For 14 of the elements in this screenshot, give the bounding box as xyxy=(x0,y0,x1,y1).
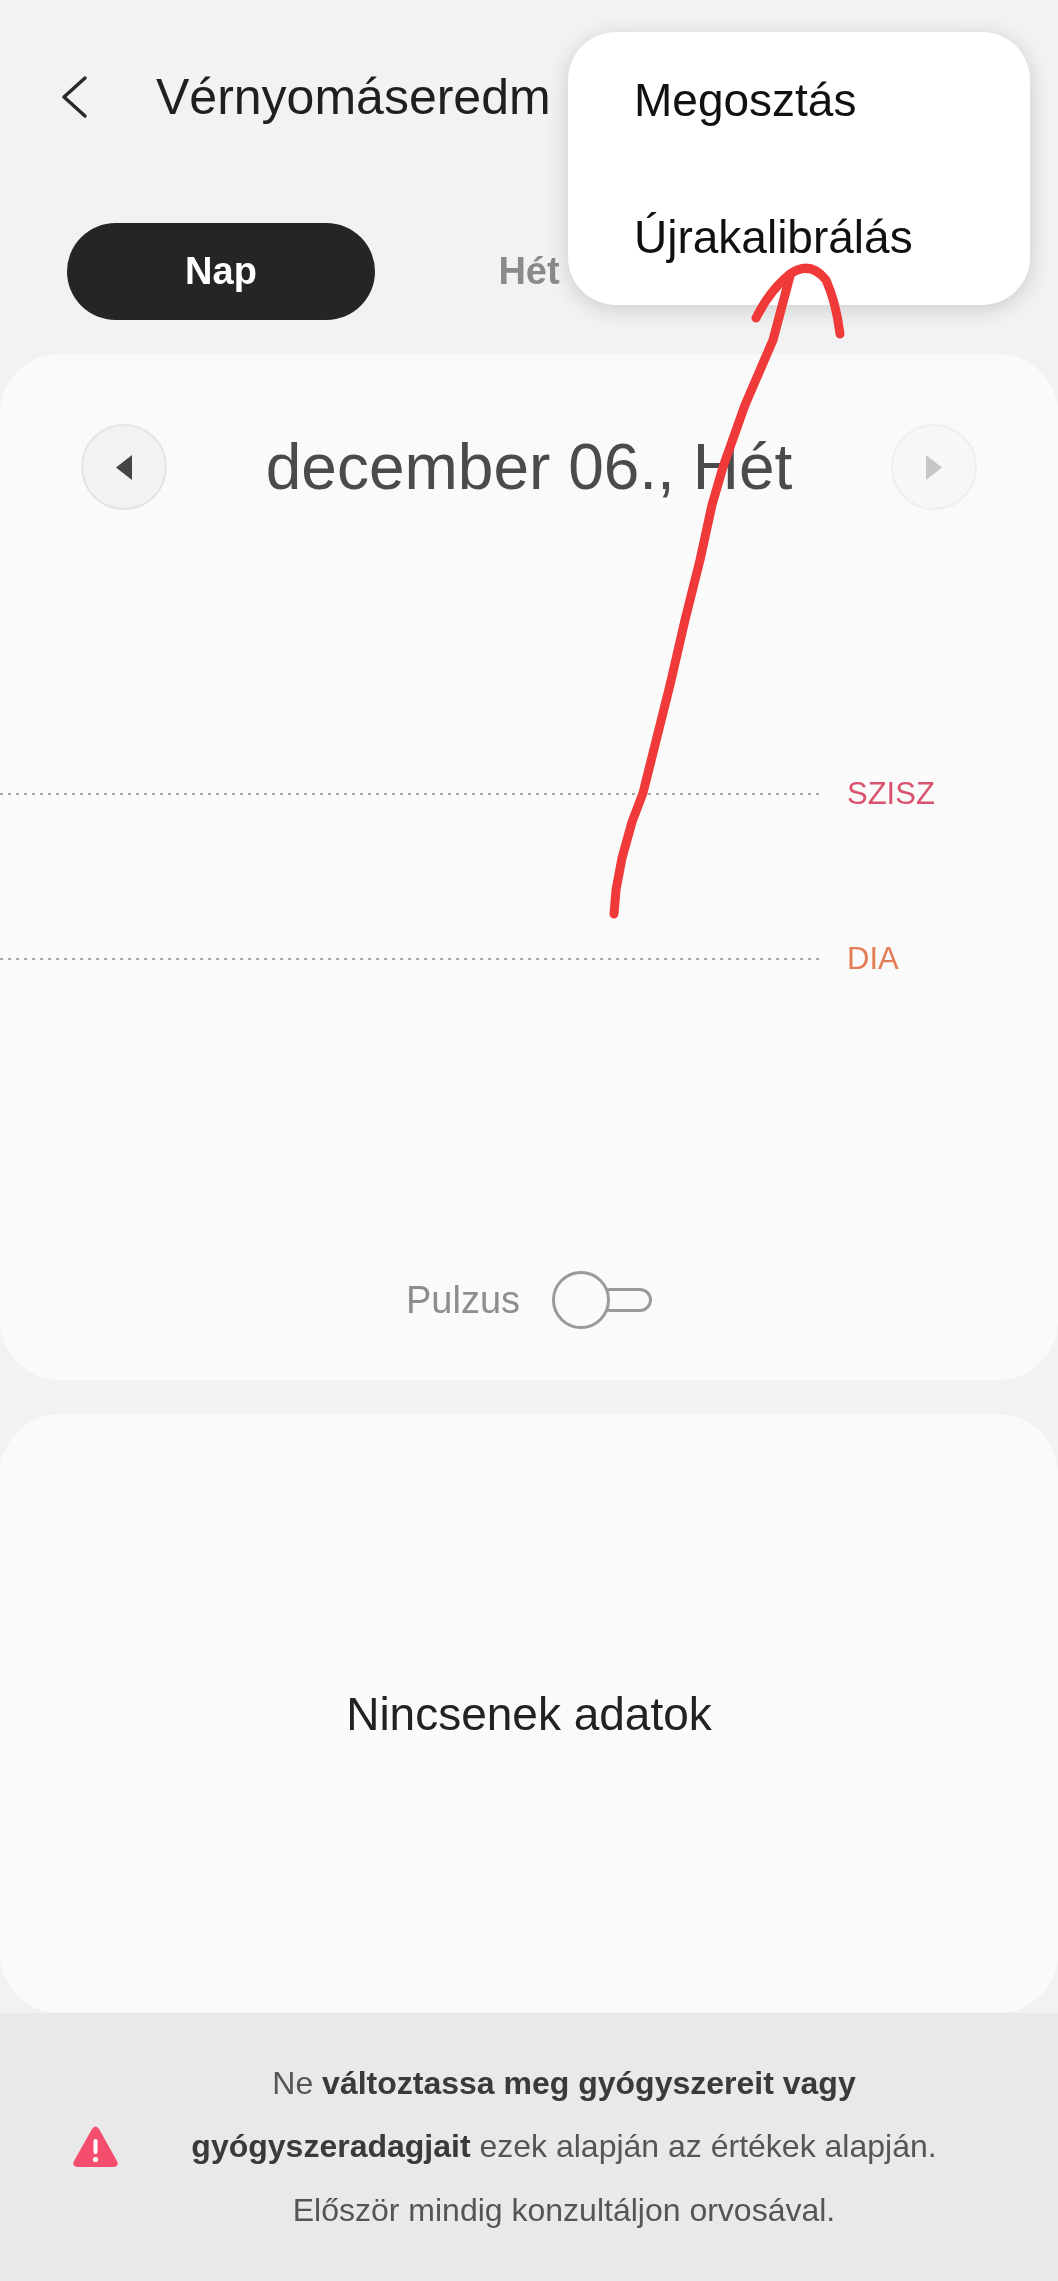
menu-item[interactable]: Újrakalibrálás xyxy=(568,168,1030,305)
reference-label: SZISZ xyxy=(847,776,935,812)
menu-item[interactable]: Megosztás xyxy=(568,32,1030,169)
tab[interactable]: Nap xyxy=(67,223,375,320)
caret-right-icon xyxy=(926,454,942,480)
reference-label: DIA xyxy=(847,941,899,977)
pulse-toggle[interactable] xyxy=(552,1271,653,1329)
empty-message: Nincsenek adatok xyxy=(346,1686,712,1741)
screen-title: Vérnyomáseredm xyxy=(156,68,551,126)
back-icon[interactable] xyxy=(60,75,88,119)
warning-text: Ne változtassa meg gyógyszereit vagy gyógyszeradagjait ezek alapján az értékek alapján. Először mindig konzultáljon orvosával. xyxy=(190,2063,938,2230)
warning-icon xyxy=(72,2125,119,2169)
pulse-label: Pulzus xyxy=(405,1278,521,1322)
caret-left-icon xyxy=(116,454,132,480)
